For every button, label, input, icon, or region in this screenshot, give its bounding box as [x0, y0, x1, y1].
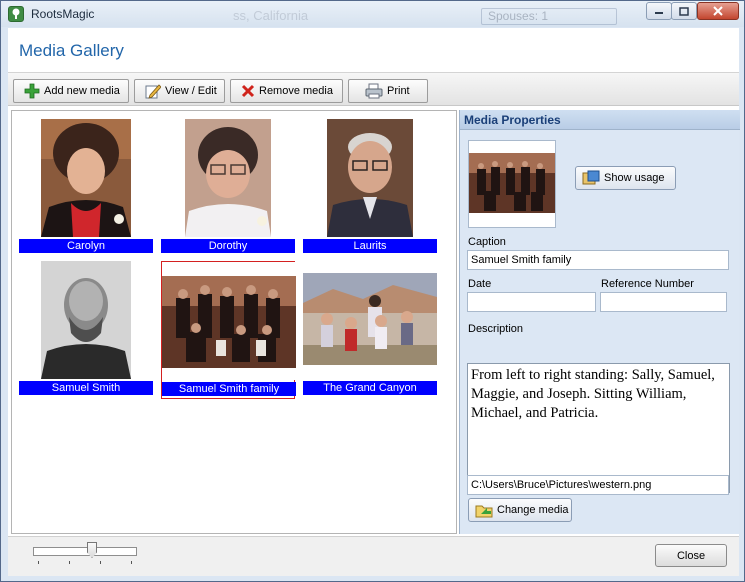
slider-tick: [69, 561, 70, 564]
add-new-media-label: Add new media: [44, 85, 120, 97]
caption-label: Caption: [468, 236, 506, 248]
minimize-button[interactable]: [646, 2, 672, 20]
page-title: Media Gallery: [19, 41, 124, 60]
remove-media-label: Remove media: [259, 85, 333, 97]
printer-icon: [365, 83, 383, 99]
maximize-button[interactable]: [671, 2, 697, 20]
dialog-footer: Close: [8, 536, 739, 576]
media-gallery-grid[interactable]: Carolyn Dorothy Laurits Samuel Smith Sam…: [11, 110, 457, 534]
change-media-label: Change media: [497, 504, 569, 516]
media-properties-panel: Media Properties Show usage Caption Samu…: [459, 110, 740, 534]
group-photo-icon: [162, 262, 296, 380]
description-field[interactable]: From left to right standing: Sally, Samu…: [467, 363, 730, 493]
media-caption: Samuel Smith family: [162, 382, 296, 396]
app-title: RootsMagic: [31, 7, 95, 21]
minimize-icon: [655, 12, 663, 14]
toolbar: Add new media View / Edit Remove media P…: [8, 72, 739, 106]
date-field[interactable]: [467, 292, 596, 312]
view-edit-button[interactable]: View / Edit: [134, 79, 225, 103]
show-usage-label: Show usage: [604, 172, 665, 184]
media-caption: Samuel Smith: [19, 381, 153, 395]
slider-tick: [100, 561, 101, 564]
file-path-field[interactable]: C:\Users\Bruce\Pictures\western.png: [467, 475, 729, 495]
red-x-icon: [241, 84, 255, 98]
zoom-slider-track[interactable]: [33, 547, 137, 556]
group-photo-icon: [469, 153, 555, 213]
media-properties-title: Media Properties: [460, 110, 740, 130]
remove-media-button[interactable]: Remove media: [230, 79, 343, 103]
media-item-carolyn[interactable]: Carolyn: [19, 119, 153, 257]
show-usage-button[interactable]: Show usage: [575, 166, 676, 190]
date-label: Date: [468, 278, 492, 290]
green-plus-icon: [24, 83, 40, 99]
reference-number-label: Reference Number: [601, 278, 694, 290]
caption-field[interactable]: Samuel Smith family: [467, 250, 729, 270]
media-caption: Laurits: [303, 239, 437, 253]
portrait-photo-icon: [303, 119, 437, 237]
maximize-icon: [679, 6, 689, 16]
portrait-photo-icon: [19, 119, 153, 237]
media-gallery-window: RootsMagic ss, California Spouses: 1 Med…: [0, 0, 745, 582]
change-media-button[interactable]: Change media: [468, 498, 572, 522]
print-label: Print: [387, 85, 410, 97]
rootsmagic-tree-icon: [8, 6, 24, 22]
background-ghost-field: Spouses: 1: [481, 8, 617, 25]
landscape-photo-icon: [303, 261, 437, 379]
media-item-samuel-smith-family[interactable]: Samuel Smith family: [161, 261, 296, 399]
background-ghost-text: ss, California: [233, 8, 309, 23]
edit-pencil-icon: [145, 84, 161, 99]
view-edit-label: View / Edit: [165, 85, 217, 97]
media-item-dorothy[interactable]: Dorothy: [161, 119, 295, 257]
media-caption: The Grand Canyon: [303, 381, 437, 395]
dialog-content: Media Gallery Add new media View / Edit …: [8, 28, 740, 576]
close-window-button[interactable]: [697, 2, 739, 20]
slider-tick: [38, 561, 39, 564]
media-item-laurits[interactable]: Laurits: [303, 119, 437, 257]
print-button[interactable]: Print: [348, 79, 428, 103]
usage-icon: [582, 170, 600, 185]
bw-portrait-photo-icon: [19, 261, 153, 379]
description-label: Description: [468, 323, 524, 335]
media-caption: Dorothy: [161, 239, 295, 253]
close-button[interactable]: Close: [655, 544, 727, 567]
portrait-photo-icon: [161, 119, 295, 237]
selected-media-preview: [468, 140, 556, 228]
folder-icon: [475, 505, 493, 518]
title-bar[interactable]: RootsMagic ss, California Spouses: 1: [1, 1, 744, 27]
slider-tick: [131, 561, 132, 564]
media-item-samuel-smith[interactable]: Samuel Smith: [19, 261, 153, 399]
media-caption: Carolyn: [19, 239, 153, 253]
reference-number-field[interactable]: [600, 292, 727, 312]
dialog-header: Media Gallery: [8, 28, 739, 72]
media-item-the-grand-canyon[interactable]: The Grand Canyon: [303, 261, 437, 399]
add-new-media-button[interactable]: Add new media: [13, 79, 129, 103]
close-icon: [713, 6, 723, 16]
